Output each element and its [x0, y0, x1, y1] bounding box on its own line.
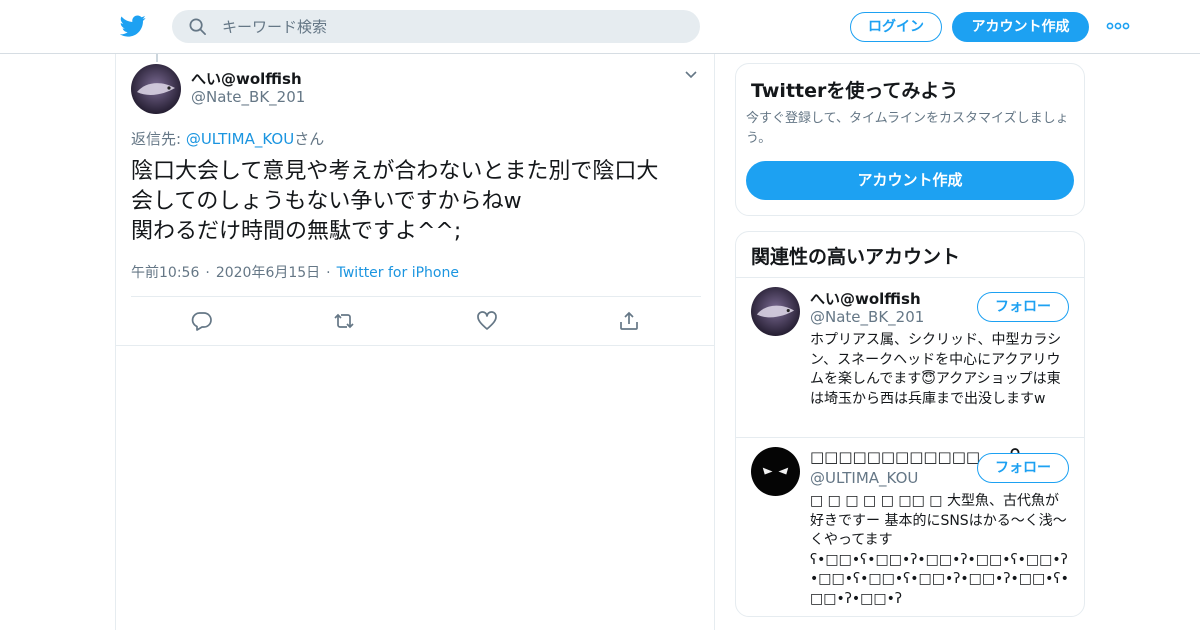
tweet-text-line: 関わるだけ時間の無駄ですよ^^; — [131, 219, 462, 244]
signup-button[interactable]: アカウント作成 — [952, 12, 1089, 42]
login-button[interactable]: ログイン — [850, 12, 942, 42]
avatar[interactable] — [131, 64, 181, 114]
bio-line: ʕ•□□•ʕ•□□•ʔ•□□•ʔ•□□•ʕ•□□•ʔ•□□•ʕ•□□•ʕ•□□•… — [810, 551, 1069, 607]
reply-suffix: さん — [294, 130, 325, 148]
tweet-author-name[interactable]: へい@wolffish — [191, 68, 302, 89]
more-options-icon[interactable] — [1106, 21, 1130, 31]
tweet-author-handle[interactable]: @Nate_BK_201 — [191, 88, 305, 106]
avatar[interactable] — [751, 447, 800, 496]
related-account-item[interactable]: □□□□□□□□□□□□... @ULTIMA_KOU フォロー □ □ □ □… — [736, 438, 1084, 616]
like-heart-icon[interactable] — [476, 310, 498, 332]
chevron-down-icon[interactable] — [684, 70, 698, 80]
share-icon[interactable] — [618, 310, 640, 332]
tweet-column: へい@wolffish @Nate_BK_201 返信先: @ULTIMA_KO… — [115, 54, 715, 630]
avatar[interactable] — [751, 287, 800, 336]
top-nav-bar: ログイン アカウント作成 — [0, 0, 1200, 54]
tweet-metadata: 午前10:56 · 2020年6月15日 · Twitter for iPhone — [131, 262, 459, 282]
separator-dot: · — [205, 265, 210, 281]
tweet-actions — [116, 297, 716, 345]
tweet-text-line: 陰口大会して意見や考えが合わないとまた別で陰口大 — [131, 159, 659, 184]
tweet-date[interactable]: 2020年6月15日 — [216, 265, 320, 281]
related-account-handle[interactable]: @Nate_BK_201 — [810, 308, 924, 326]
fish-avatar-image — [751, 287, 800, 336]
tweet-source-link[interactable]: Twitter for iPhone — [337, 265, 459, 281]
signup-card: Twitterを使ってみよう 今すぐ登録して、タイムラインをカスタマイズしましょ… — [735, 63, 1085, 216]
reply-icon[interactable] — [191, 310, 213, 332]
reply-mention-link[interactable]: @ULTIMA_KOU — [186, 130, 294, 148]
related-account-name-text: □□□□□□□□□□□□... — [810, 448, 998, 466]
related-account-bio: ホプリアス属、シクリッド、中型カラシン、スネークヘッドを中心にアクアリウムを楽し… — [810, 332, 1062, 407]
dark-face-avatar-image — [751, 447, 800, 496]
reply-to-line: 返信先: @ULTIMA_KOUさん — [131, 128, 324, 149]
bio-line: □ □ □ □ □ □□ □ 大型魚、古代魚が好きですー 基本的にSNSはかる〜… — [810, 493, 1067, 548]
search-input[interactable] — [222, 10, 682, 43]
related-account-name[interactable]: へい@wolffish — [810, 288, 921, 309]
search-icon — [189, 18, 206, 35]
tweet-time[interactable]: 午前10:56 — [131, 265, 199, 281]
tweet-text-line: 会してのしょうもない争いですからねw — [131, 189, 522, 214]
related-account-item[interactable]: へい@wolffish @Nate_BK_201 フォロー ホプリアス属、シクリ… — [736, 278, 1084, 437]
reply-prefix: 返信先: — [131, 130, 186, 148]
follow-button[interactable]: フォロー — [977, 453, 1069, 483]
related-account-handle[interactable]: @ULTIMA_KOU — [810, 469, 918, 487]
twitter-bird-icon[interactable] — [120, 13, 146, 39]
divider — [116, 345, 715, 346]
related-accounts-card: 関連性の高いアカウント へい@wolffish @Nate_BK_201 フォロ… — [735, 231, 1085, 617]
related-accounts-title: 関連性の高いアカウント — [751, 246, 961, 268]
signup-card-description: 今すぐ登録して、タイムラインをカスタマイズしましょう。 — [746, 111, 1069, 146]
retweet-icon[interactable] — [333, 310, 355, 332]
follow-button[interactable]: フォロー — [977, 292, 1069, 322]
separator-dot: · — [326, 265, 331, 281]
signup-card-title: Twitterを使ってみよう — [751, 80, 959, 102]
search-bar — [172, 10, 700, 43]
related-account-bio: □ □ □ □ □ □□ □ 大型魚、古代魚が好きですー 基本的にSNSはかる〜… — [810, 492, 1072, 609]
signup-card-button[interactable]: アカウント作成 — [746, 161, 1074, 200]
thread-connector-line — [156, 54, 158, 62]
tweet-text: 陰口大会して意見や考えが合わないとまた別で陰口大 会してのしょうもない争いですか… — [131, 157, 701, 247]
fish-avatar-image — [131, 64, 181, 114]
